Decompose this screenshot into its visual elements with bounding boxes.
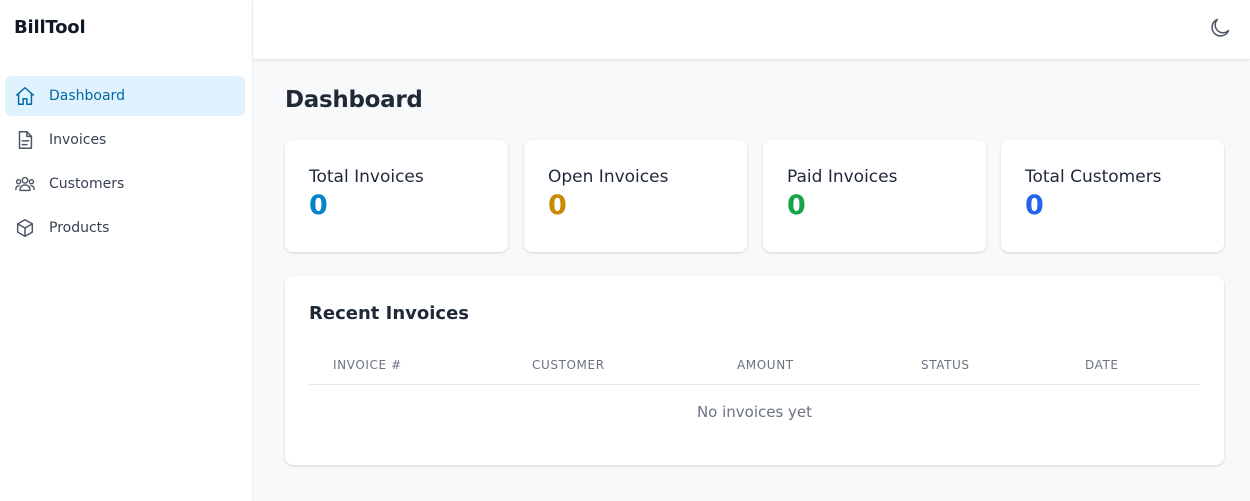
- stat-value: 0: [1025, 190, 1044, 221]
- cube-icon: [14, 217, 36, 239]
- stat-card-open-invoices: Open Invoices 0: [524, 140, 747, 252]
- sidebar-item-label: Invoices: [49, 132, 107, 148]
- recent-invoices-title: Recent Invoices: [309, 303, 470, 324]
- sidebar-item-label: Customers: [49, 176, 125, 192]
- sidebar-item-invoices[interactable]: Invoices: [5, 120, 245, 160]
- sidebar: BillTool Dashboard Invoices Customers Pr…: [0, 0, 253, 501]
- stat-card-paid-invoices: Paid Invoices 0: [763, 140, 986, 252]
- column-header-status: STATUS: [921, 358, 970, 372]
- column-header-invoice-number: INVOICE #: [333, 358, 402, 372]
- page-title: Dashboard: [285, 87, 423, 113]
- recent-invoices-card: Recent Invoices INVOICE # CUSTOMER AMOUN…: [285, 276, 1224, 465]
- invoices-table: INVOICE # CUSTOMER AMOUNT STATUS DATE No…: [309, 348, 1200, 421]
- stat-value: 0: [548, 190, 567, 221]
- document-icon: [14, 129, 36, 151]
- stat-card-total-customers: Total Customers 0: [1001, 140, 1224, 252]
- topbar: [253, 0, 1250, 60]
- column-header-amount: AMOUNT: [737, 358, 794, 372]
- stat-label: Open Invoices: [548, 167, 669, 187]
- column-header-date: DATE: [1085, 358, 1119, 372]
- empty-state-message: No invoices yet: [696, 403, 813, 421]
- table-header: INVOICE # CUSTOMER AMOUNT STATUS DATE: [309, 348, 1200, 385]
- home-icon: [14, 85, 36, 107]
- sidebar-item-products[interactable]: Products: [5, 208, 245, 248]
- users-icon: [14, 173, 36, 195]
- stat-value: 0: [787, 190, 806, 221]
- sidebar-item-label: Products: [49, 220, 110, 236]
- sidebar-nav: Dashboard Invoices Customers Products: [5, 76, 245, 252]
- sidebar-item-dashboard[interactable]: Dashboard: [5, 76, 245, 116]
- stat-label: Total Invoices: [309, 167, 424, 187]
- sidebar-item-customers[interactable]: Customers: [5, 164, 245, 204]
- stat-label: Total Customers: [1025, 167, 1162, 187]
- stat-card-total-invoices: Total Invoices 0: [285, 140, 508, 252]
- stat-label: Paid Invoices: [787, 167, 898, 187]
- column-header-customer: CUSTOMER: [532, 358, 605, 372]
- brand-logo[interactable]: BillTool: [14, 17, 86, 38]
- moon-icon[interactable]: [1208, 16, 1232, 40]
- stat-value: 0: [309, 190, 328, 221]
- sidebar-item-label: Dashboard: [49, 88, 125, 104]
